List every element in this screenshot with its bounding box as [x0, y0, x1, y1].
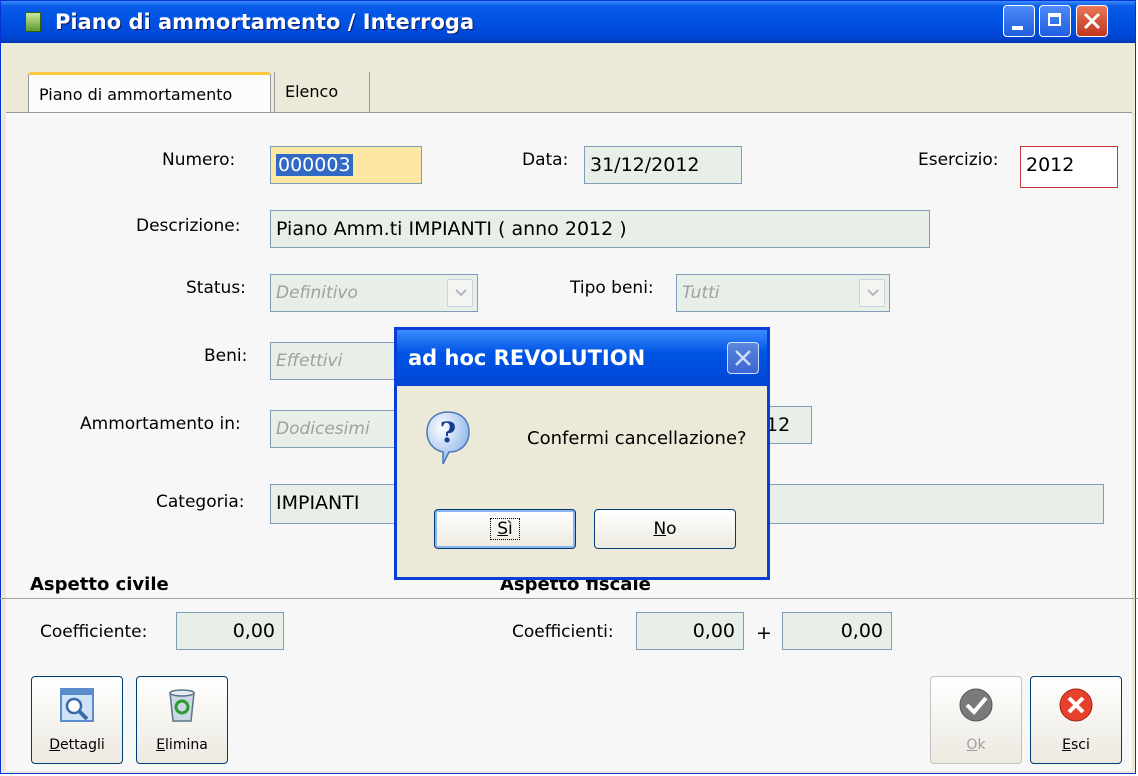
coefficienti-field-1[interactable]: 0,00 [636, 612, 744, 650]
dialog-title-bar[interactable]: ad hoc REVOLUTION [397, 330, 767, 386]
elimina-caption: Elimina [156, 737, 208, 753]
dettagli-caption: Dettagli [49, 737, 105, 753]
dialog-message: Confermi cancellazione? [527, 428, 747, 449]
beni-value: Effettivi [276, 351, 343, 371]
svg-text:?: ? [440, 416, 456, 449]
data-field[interactable]: 31/12/2012 [584, 146, 742, 184]
coefficienti-label: Coefficienti: [512, 622, 614, 642]
ammortamento-value: Dodicesimi [276, 419, 370, 439]
esci-button[interactable]: Esci [1030, 676, 1122, 764]
tab-elenco[interactable]: Elenco [274, 72, 370, 112]
status-label: Status: [186, 278, 246, 298]
categoria-value: IMPIANTI [276, 492, 360, 514]
close-icon[interactable] [727, 342, 759, 374]
tab-piano-ammortamento[interactable]: Piano di ammortamento [28, 72, 271, 112]
numero-field[interactable]: 000003 [270, 146, 422, 184]
confirm-dialog: ad hoc REVOLUTION ? Confermi cancellazio… [394, 327, 770, 580]
ammortamento-label: Ammortamento in: [80, 414, 241, 434]
yes-button[interactable]: Sì [434, 509, 576, 549]
esci-caption: Esci [1062, 737, 1090, 753]
beni-label: Beni: [204, 346, 248, 366]
tipo-beni-label: Tipo beni: [570, 278, 654, 298]
ammortamento-combo[interactable]: Dodicesimi [270, 410, 410, 448]
data-label: Data: [522, 150, 569, 170]
descrizione-label: Descrizione: [136, 216, 241, 236]
section-divider [0, 598, 1138, 599]
coefficiente-label: Coefficiente: [40, 622, 148, 642]
no-button[interactable]: No [594, 509, 736, 549]
ok-button[interactable]: Ok [930, 676, 1022, 764]
magnifier-icon [60, 688, 94, 722]
numero-label: Numero: [162, 150, 236, 170]
window-app-icon [25, 12, 41, 32]
tipo-beni-combo[interactable]: Tutti [676, 274, 890, 312]
esercizio-label: Esercizio: [918, 150, 999, 170]
window-title: Piano di ammortamento / Interroga [55, 10, 475, 34]
ok-caption: Ok [966, 737, 986, 753]
dettagli-button[interactable]: Dettagli [31, 676, 123, 764]
elimina-button[interactable]: Elimina [136, 676, 228, 764]
exit-icon [1059, 688, 1093, 722]
checkmark-icon [959, 688, 993, 722]
dropdown-arrow-icon[interactable] [447, 279, 473, 307]
minimize-icon[interactable] [1003, 5, 1035, 37]
dropdown-arrow-icon[interactable] [859, 279, 885, 307]
descrizione-field[interactable]: Piano Amm.ti IMPIANTI ( anno 2012 ) [270, 210, 930, 248]
status-combo[interactable]: Definitivo [270, 274, 478, 312]
aspetto-civile-title: Aspetto civile [30, 574, 169, 595]
title-bar[interactable]: Piano di ammortamento / Interroga [1, 1, 1135, 43]
plus-sign: + [756, 622, 772, 644]
categoria-label: Categoria: [156, 492, 245, 512]
tipo-beni-value: Tutti [682, 283, 720, 303]
dialog-title: ad hoc REVOLUTION [408, 346, 646, 370]
maximize-icon[interactable] [1039, 5, 1071, 37]
coefficiente-field[interactable]: 0,00 [176, 612, 284, 650]
coefficienti-field-2[interactable]: 0,00 [782, 612, 892, 650]
recycle-bin-icon [169, 689, 195, 722]
status-value: Definitivo [276, 283, 358, 303]
beni-combo[interactable]: Effettivi [270, 342, 410, 380]
question-icon: ? [426, 411, 470, 465]
esercizio-field[interactable]: 2012 [1020, 146, 1118, 188]
close-icon[interactable] [1076, 5, 1108, 37]
